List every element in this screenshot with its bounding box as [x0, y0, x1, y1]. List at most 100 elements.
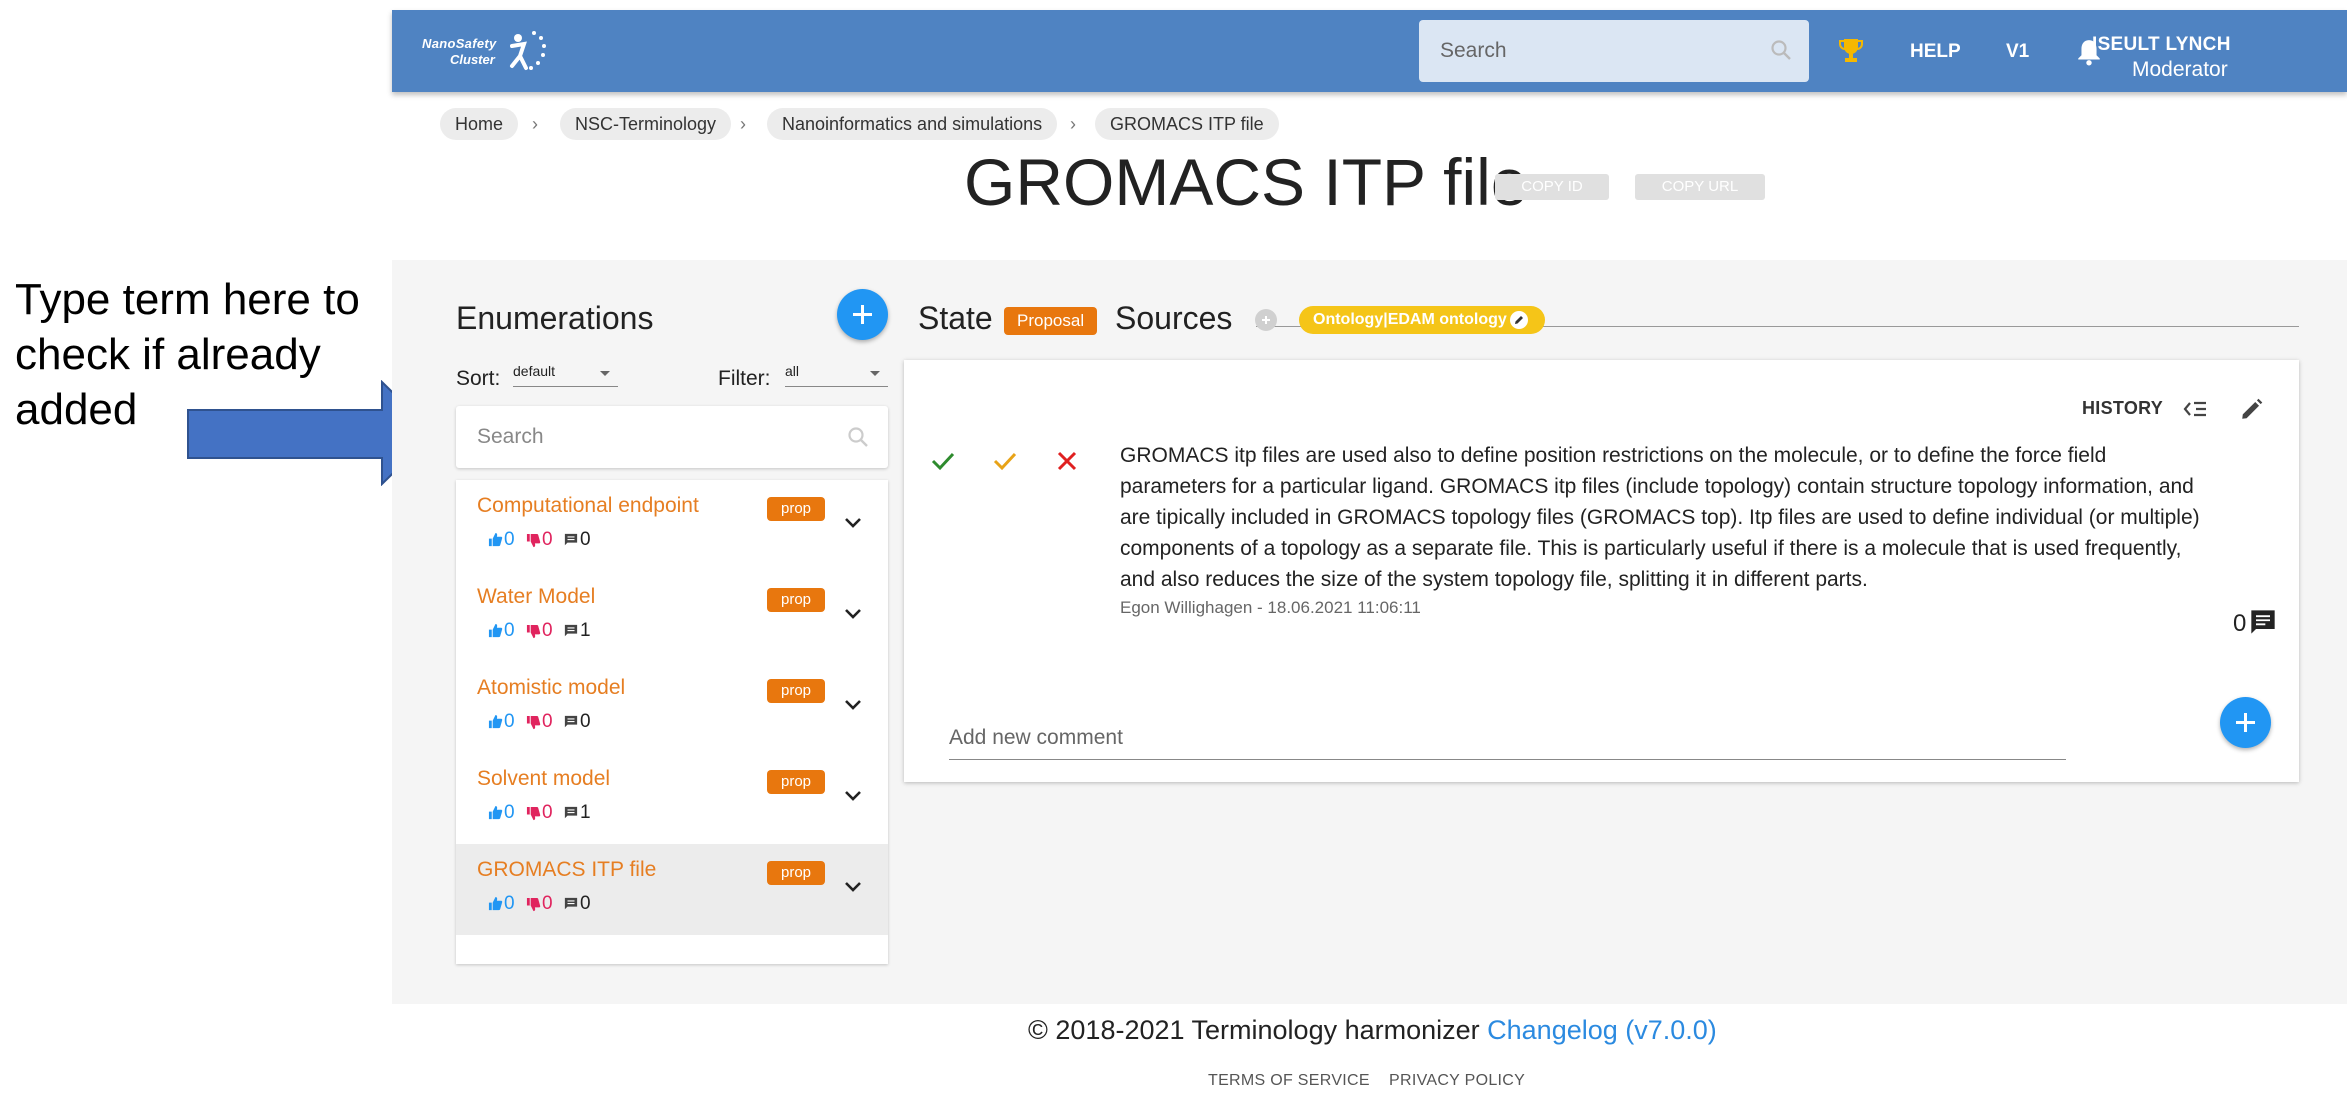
- list-item[interactable]: Atomistic model prop 0 0 0: [456, 662, 888, 753]
- filter-label: Filter:: [718, 367, 771, 390]
- filter-value: all: [785, 363, 800, 379]
- breadcrumb-nsc-terminology[interactable]: NSC-Terminology: [560, 108, 732, 140]
- user-name[interactable]: ISEULT LYNCH: [2092, 34, 2231, 56]
- comment-icon[interactable]: [2249, 608, 2277, 636]
- enumeration-search-placeholder: Search: [477, 425, 544, 448]
- top-bar: NanoSafety Cluster Search HELP V1 ISEULT…: [392, 10, 2347, 92]
- thumbs-up-icon[interactable]: [488, 532, 503, 547]
- comment-icon: [564, 806, 578, 819]
- changelog-link[interactable]: Changelog (v7.0.0): [1487, 1015, 1717, 1045]
- source-chip[interactable]: Ontology|EDAM ontology: [1299, 306, 1545, 334]
- copy-url-button[interactable]: COPY URL: [1635, 174, 1765, 200]
- comment-count: 0: [2233, 610, 2247, 637]
- version-link[interactable]: V1: [2006, 41, 2029, 63]
- breadcrumb-nanoinformatics[interactable]: Nanoinformatics and simulations: [767, 108, 1058, 140]
- downvote-count: 0: [542, 893, 553, 914]
- thumbs-up-icon[interactable]: [488, 623, 503, 638]
- definition-card: HISTORY GROMACS itp files are used also …: [904, 360, 2299, 782]
- list-item[interactable]: Computational endpoint prop 0 0 0: [456, 480, 888, 571]
- copy-id-button[interactable]: COPY ID: [1495, 174, 1609, 200]
- sort-value: default: [513, 363, 556, 379]
- upvote-count: 0: [504, 711, 515, 732]
- history-button[interactable]: HISTORY: [2082, 398, 2163, 419]
- breadcrumb-separator: ›: [740, 114, 746, 134]
- thumbs-down-icon[interactable]: [526, 624, 541, 639]
- downvote-count: 0: [542, 711, 553, 732]
- sources-label: Sources: [1115, 300, 1233, 336]
- author-timestamp: Egon Willighagen - 18.06.2021 11:06:11: [1120, 598, 1421, 617]
- sort-select[interactable]: default: [513, 363, 618, 387]
- list-item-partial[interactable]: [456, 950, 888, 964]
- upvote-count: 0: [504, 529, 515, 550]
- state-badge: Proposal: [1004, 307, 1098, 335]
- enumeration-list: Computational endpoint prop 0 0 0 Water Model…: [456, 480, 888, 964]
- edit-pencil-icon[interactable]: [2239, 396, 2265, 422]
- list-item[interactable]: GROMACS ITP file prop 0 0 0: [456, 844, 888, 935]
- definition-text: GROMACS itp files are used also to defin…: [1120, 444, 2200, 591]
- breadcrumb-current[interactable]: GROMACS ITP file: [1095, 108, 1279, 140]
- thumbs-up-icon[interactable]: [488, 714, 503, 729]
- add-source-button[interactable]: [1255, 309, 1277, 331]
- user-role: Moderator: [2132, 58, 2228, 81]
- thumbs-down-icon[interactable]: [526, 533, 541, 548]
- breadcrumb-separator: ›: [1070, 114, 1076, 134]
- trophy-icon[interactable]: [1838, 37, 1864, 65]
- global-search-input[interactable]: Search: [1419, 20, 1809, 82]
- reject-cross-icon[interactable]: [1056, 450, 1078, 472]
- comment-count: 0: [580, 529, 591, 550]
- accept-check-icon[interactable]: [930, 450, 956, 472]
- chevron-down-icon[interactable]: [843, 880, 863, 894]
- help-link[interactable]: HELP: [1910, 41, 1961, 63]
- privacy-policy-link[interactable]: PRIVACY POLICY: [1389, 1072, 1525, 1090]
- list-item[interactable]: Solvent model prop 0 0 1: [456, 753, 888, 844]
- add-comment-button[interactable]: [2220, 697, 2271, 748]
- list-item-badge: prop: [767, 588, 825, 612]
- comment-icon: [564, 624, 578, 637]
- edit-source-icon[interactable]: [1510, 311, 1528, 329]
- list-item-name[interactable]: Computational endpoint: [477, 494, 699, 518]
- comment-count: 1: [580, 802, 591, 823]
- filter-select[interactable]: all: [785, 363, 888, 387]
- comment-icon: [564, 715, 578, 728]
- global-search-placeholder: Search: [1440, 39, 1507, 62]
- new-comment-input[interactable]: Add new comment: [949, 726, 2066, 760]
- plus-icon: [1262, 316, 1270, 324]
- terms-of-service-link[interactable]: TERMS OF SERVICE: [1208, 1072, 1370, 1090]
- list-view-icon[interactable]: [2182, 397, 2210, 421]
- comment-icon: [564, 897, 578, 910]
- dropdown-arrow-icon: [870, 371, 880, 376]
- search-icon: [1771, 40, 1791, 60]
- list-item-name[interactable]: Solvent model: [477, 767, 610, 791]
- list-item-name[interactable]: Atomistic model: [477, 676, 625, 700]
- partial-accept-check-icon[interactable]: [992, 450, 1018, 472]
- upvote-count: 0: [504, 893, 515, 914]
- thumbs-down-icon[interactable]: [526, 897, 541, 912]
- chevron-down-icon[interactable]: [843, 516, 863, 530]
- list-item-name[interactable]: GROMACS ITP file: [477, 858, 656, 882]
- plus-icon: [2236, 713, 2255, 732]
- chevron-down-icon[interactable]: [843, 789, 863, 803]
- downvote-count: 0: [542, 802, 553, 823]
- list-item-badge: prop: [767, 770, 825, 794]
- nanosafety-logo[interactable]: NanoSafety Cluster: [422, 26, 562, 74]
- logo-figure-icon: [510, 31, 546, 70]
- search-icon: [848, 427, 868, 447]
- breadcrumb-separator: ›: [532, 114, 538, 134]
- add-enumeration-button[interactable]: [837, 289, 888, 340]
- list-item-name[interactable]: Water Model: [477, 585, 595, 609]
- breadcrumb-home[interactable]: Home: [440, 108, 519, 140]
- thumbs-down-icon[interactable]: [526, 715, 541, 730]
- list-item-badge: prop: [767, 497, 825, 521]
- list-item[interactable]: Water Model prop 0 0 1: [456, 571, 888, 662]
- upvote-count: 0: [504, 802, 515, 823]
- thumbs-down-icon[interactable]: [526, 806, 541, 821]
- thumbs-up-icon[interactable]: [488, 805, 503, 820]
- enumeration-search-input[interactable]: Search: [456, 406, 888, 468]
- list-item-badge: prop: [767, 679, 825, 703]
- comment-count: 1: [580, 620, 591, 641]
- chevron-down-icon[interactable]: [843, 607, 863, 621]
- comment-icon: [564, 533, 578, 546]
- footer-copyright-text: © 2018-2021 Terminology harmonizer: [1028, 1015, 1488, 1045]
- chevron-down-icon[interactable]: [843, 698, 863, 712]
- thumbs-up-icon[interactable]: [488, 896, 503, 911]
